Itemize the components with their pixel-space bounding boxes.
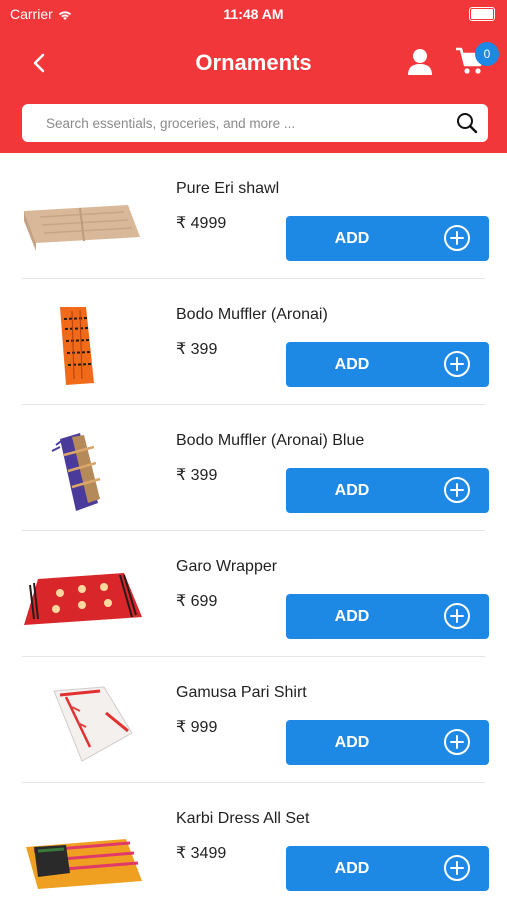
search-bar[interactable] [22,104,488,142]
product-name: Garo Wrapper [176,558,278,575]
search-input[interactable] [36,104,456,142]
product-name: Bodo Muffler (Aronai) [176,306,328,323]
product-item: Bodo Muffler (Aronai) Blue ₹ 399 ADD [0,405,507,531]
add-circle-icon [444,477,470,503]
add-button-label: ADD [334,860,370,877]
rupee-symbol: ₹ [176,593,187,610]
product-image [60,307,94,385]
product-price: ₹ 699 [176,593,218,610]
rupee-symbol: ₹ [176,215,187,232]
add-circle-icon [444,603,470,629]
add-to-cart-button[interactable]: ADD [286,216,489,261]
product-item: Pure Eri shawl ₹ 4999 ADD [0,153,507,279]
product-item: Gamusa Pari Shirt ₹ 999 ADD [0,657,507,783]
rupee-symbol: ₹ [176,467,187,484]
profile-button[interactable] [407,48,433,81]
product-name: Bodo Muffler (Aronai) Blue [176,432,365,449]
add-circle-icon [444,225,470,251]
product-image [51,433,101,511]
add-button-label: ADD [334,734,370,751]
add-circle-icon [444,351,470,377]
add-circle-icon [444,855,470,881]
search-icon[interactable] [456,112,478,139]
product-price: ₹ 399 [176,467,218,484]
product-item: Garo Wrapper ₹ 699 ADD [0,531,507,657]
cart-count-badge: 0 [475,42,499,66]
user-icon [408,49,432,75]
product-price: ₹ 399 [176,341,218,358]
add-button-label: ADD [334,482,370,499]
product-name: Pure Eri shawl [176,180,280,197]
add-to-cart-button[interactable]: ADD [286,342,489,387]
product-price: ₹ 999 [176,719,218,736]
product-image [53,686,133,762]
clock: 11:48 AM [223,6,284,22]
status-bar: Carrier 11:48 AM [0,0,507,28]
product-item: Bodo Muffler (Aronai) ₹ 399 ADD [0,279,507,405]
add-to-cart-button[interactable]: ADD [286,846,489,891]
product-image [26,839,142,889]
product-price: ₹ 3499 [176,845,227,862]
add-button-label: ADD [334,608,370,625]
add-to-cart-button[interactable]: ADD [286,594,489,639]
rupee-symbol: ₹ [176,845,187,862]
add-to-cart-button[interactable]: ADD [286,468,489,513]
battery-icon [469,7,495,21]
rupee-symbol: ₹ [176,719,187,736]
product-image [24,573,142,625]
product-image [24,205,140,251]
add-to-cart-button[interactable]: ADD [286,720,489,765]
add-circle-icon [444,729,470,755]
add-button-label: ADD [334,230,370,247]
product-item: Karbi Dress All Set ₹ 3499 ADD [0,783,507,909]
add-button-label: ADD [334,356,370,373]
product-name: Karbi Dress All Set [176,810,310,827]
product-price: ₹ 4999 [176,215,227,232]
app-header: Carrier 11:48 AM Ornaments 0 [0,0,507,153]
rupee-symbol: ₹ [176,341,187,358]
product-name: Gamusa Pari Shirt [176,684,307,701]
